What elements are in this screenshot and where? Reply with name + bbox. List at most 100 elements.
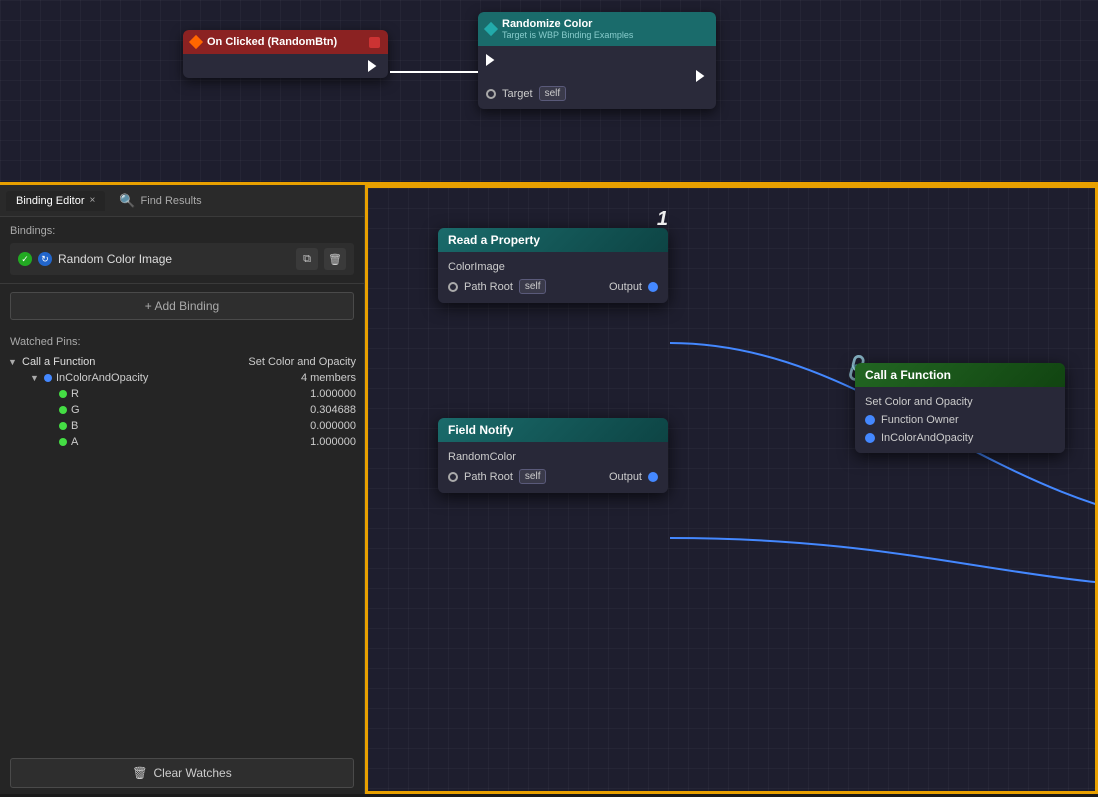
find-results-tab-label: Find Results [141, 195, 202, 207]
event-node-header: On Clicked (RandomBtn) [183, 30, 388, 54]
field-output-pin[interactable] [648, 472, 658, 482]
watch-group-call-function: ▼ Call a Function Set Color and Opacity … [0, 354, 364, 450]
target-label: Target [502, 88, 533, 100]
self-badge: self [539, 86, 567, 101]
clear-watches-label: Clear Watches [153, 766, 231, 780]
randomize-node-body: Target self [478, 46, 716, 109]
watch-group-main-row[interactable]: ▼ Call a Function Set Color and Opacity [0, 354, 364, 370]
watched-pins-section: Watched Pins: ▼ Call a Function Set Colo… [0, 328, 364, 752]
random-color-row: RandomColor [438, 448, 668, 466]
target-row: Target self [486, 84, 708, 103]
set-color-label: Set Color and Opacity [865, 396, 973, 408]
in-color-sub-value: 4 members [301, 372, 356, 384]
read-property-header: Read a Property 1 [438, 228, 668, 252]
exec-in-row [486, 52, 708, 68]
trash-icon: 🗑 [132, 766, 147, 780]
item-r-name: R [71, 388, 306, 400]
target-pin[interactable] [486, 89, 496, 99]
path-root-row: Path Root self Output [438, 276, 668, 297]
field-path-root-row: Path Root self Output [438, 466, 668, 487]
binding-status-icon: ✓ [18, 252, 32, 266]
pin-dot-b-icon [59, 422, 67, 430]
item-g-name: G [71, 404, 306, 416]
watched-pins-label: Watched Pins: [0, 332, 364, 354]
field-output-label: Output [609, 471, 642, 483]
tab-close-icon[interactable]: × [90, 195, 96, 206]
bottom-area: Binding Editor × 🔍 Find Results Bindings… [0, 185, 1098, 794]
caret-down-icon: ▼ [8, 357, 18, 367]
call-function-node[interactable]: Call a Function Set Color and Opacity Fu… [855, 363, 1065, 453]
watch-item-b: B 0.000000 [0, 418, 364, 434]
search-icon: 🔍 [119, 193, 135, 209]
add-binding-button[interactable]: + Add Binding [10, 292, 354, 320]
field-path-root-label: Path Root [464, 471, 513, 483]
field-path-root-pin[interactable] [448, 472, 458, 482]
main-canvas: Read a Property 1 ColorImage Path Root s… [365, 185, 1098, 794]
binding-copy-button[interactable]: ⧉ [296, 248, 318, 270]
clear-watches-button[interactable]: 🗑 Clear Watches [10, 758, 354, 788]
event-node-body [183, 54, 388, 78]
randomize-color-node[interactable]: Randomize Color Target is WBP Binding Ex… [478, 12, 716, 109]
randomize-node-title-group: Randomize Color Target is WBP Binding Ex… [502, 18, 633, 40]
pin-dot-blue-icon [44, 374, 52, 382]
pin-dot-a-icon [59, 438, 67, 446]
in-color-pin[interactable] [865, 433, 875, 443]
event-node-on-clicked[interactable]: On Clicked (RandomBtn) [183, 30, 388, 78]
diamond-icon [189, 35, 203, 49]
read-property-node[interactable]: Read a Property 1 ColorImage Path Root s… [438, 228, 668, 303]
random-color-label: RandomColor [448, 451, 516, 463]
item-b-value: 0.000000 [310, 420, 356, 432]
bindings-label: Bindings: [10, 225, 354, 237]
watch-sub-group-row[interactable]: ▼ InColorAndOpacity 4 members [0, 370, 364, 386]
path-root-pin[interactable] [448, 282, 458, 292]
watch-item-r: R 1.000000 [0, 386, 364, 402]
randomize-node-header: Randomize Color Target is WBP Binding Ex… [478, 12, 716, 46]
field-notify-header: Field Notify [438, 418, 668, 442]
close-icon[interactable] [369, 37, 380, 48]
set-color-row: Set Color and Opacity [855, 393, 1065, 411]
pin-dot-g-icon [59, 406, 67, 414]
field-notify-body: RandomColor Path Root self Output [438, 442, 668, 493]
bindings-section: Bindings: ✓ ↻ Random Color Image ⧉ 🗑 [0, 217, 364, 284]
exec-out-row [486, 68, 708, 84]
self-badge-read: self [519, 279, 547, 294]
call-function-body: Set Color and Opacity Function Owner InC… [855, 387, 1065, 453]
output-pin[interactable] [648, 282, 658, 292]
output-label: Output [609, 281, 642, 293]
caret-down-sub-icon: ▼ [30, 373, 40, 383]
teal-diamond-icon [484, 22, 498, 36]
item-r-value: 1.000000 [310, 388, 356, 400]
in-color-label: InColorAndOpacity [881, 432, 973, 444]
item-g-value: 0.304688 [310, 404, 356, 416]
binding-name: Random Color Image [58, 252, 290, 266]
binding-type-icon: ↻ [38, 252, 52, 266]
item-b-name: B [71, 420, 306, 432]
pin-dot-r-icon [59, 390, 67, 398]
binding-editor-tab-label: Binding Editor [16, 195, 85, 207]
read-property-title: Read a Property [448, 233, 540, 247]
randomize-node-subtitle: Target is WBP Binding Examples [502, 30, 633, 40]
exec-in-pin[interactable] [486, 54, 498, 66]
function-owner-pin[interactable] [865, 415, 875, 425]
field-notify-node[interactable]: Field Notify RandomColor Path Root self … [438, 418, 668, 493]
self-badge-field: self [519, 469, 547, 484]
call-function-header: Call a Function [855, 363, 1065, 387]
path-root-label: Path Root [464, 281, 513, 293]
tab-find-results[interactable]: 🔍 Find Results [109, 189, 211, 213]
sidebar: Binding Editor × 🔍 Find Results Bindings… [0, 185, 365, 794]
randomize-node-title: Randomize Color [502, 18, 633, 30]
event-node-title: On Clicked (RandomBtn) [207, 36, 337, 48]
color-image-row: ColorImage [438, 258, 668, 276]
exec-out-pin-rand[interactable] [696, 70, 708, 82]
binding-item[interactable]: ✓ ↻ Random Color Image ⧉ 🗑 [10, 243, 354, 275]
exec-out-pin[interactable] [368, 60, 380, 72]
field-notify-title: Field Notify [448, 423, 513, 437]
read-property-body: ColorImage Path Root self Output [438, 252, 668, 303]
item-a-name: A [71, 436, 306, 448]
binding-delete-button[interactable]: 🗑 [324, 248, 346, 270]
function-owner-label: Function Owner [881, 414, 959, 426]
tabs-bar: Binding Editor × 🔍 Find Results [0, 185, 364, 217]
binding-actions: ⧉ 🗑 [296, 248, 346, 270]
tab-binding-editor[interactable]: Binding Editor × [6, 191, 105, 211]
in-color-sub-name: InColorAndOpacity [56, 372, 297, 384]
